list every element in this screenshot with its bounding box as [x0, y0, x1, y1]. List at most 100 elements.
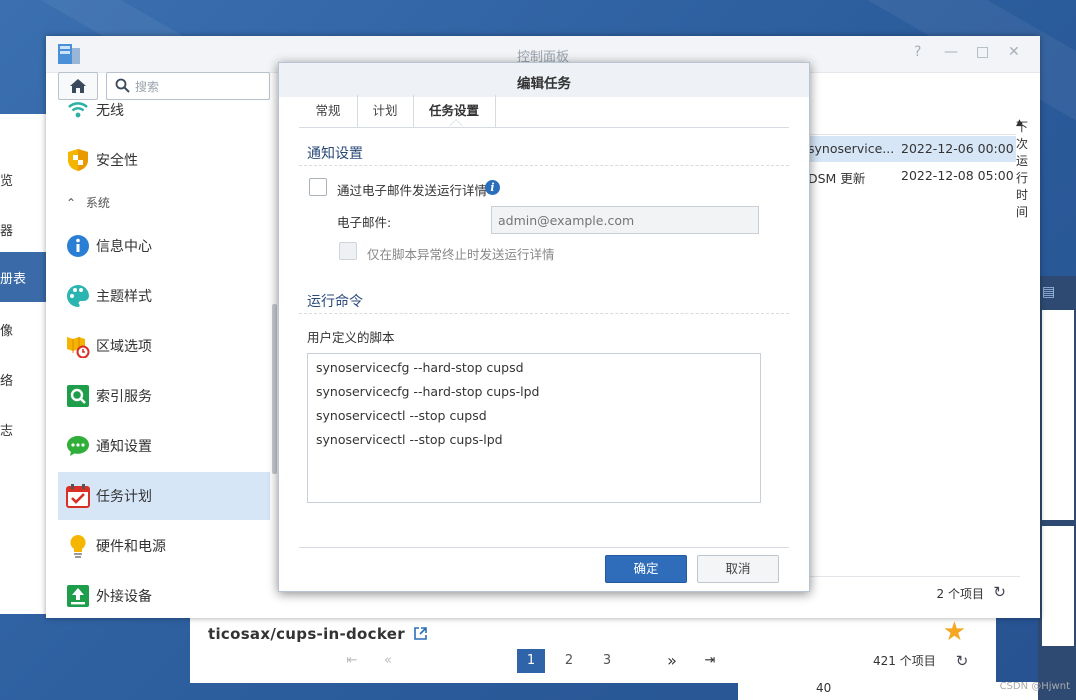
- sidebar-item-label: 无线: [96, 103, 124, 119]
- chat-bubble-icon: [67, 436, 89, 456]
- sidebar-item-label: 通知设置: [96, 439, 152, 455]
- palette-icon: [67, 285, 89, 307]
- background-window-left: 览 器 册表 像 络 志: [0, 114, 48, 614]
- cancel-button[interactable]: 取消: [697, 555, 779, 583]
- next-page-icon[interactable]: »: [662, 649, 682, 673]
- bg-left-item[interactable]: 络: [0, 370, 13, 389]
- dialog-footer-divider: [299, 547, 789, 548]
- sidebar-item-label: 主题样式: [96, 289, 152, 305]
- email-field[interactable]: [491, 206, 759, 234]
- user-script-textarea[interactable]: synoservicecfg --hard-stop cupsd synoser…: [307, 353, 761, 503]
- section-divider: [299, 165, 789, 166]
- last-page-icon[interactable]: ⇥: [700, 649, 720, 673]
- section-divider: [299, 313, 789, 314]
- ok-button[interactable]: 确定: [605, 555, 687, 583]
- sidebar-item-info-center[interactable]: 信息中心: [58, 222, 270, 270]
- sidebar-item-region[interactable]: 区域选项: [58, 322, 270, 370]
- email-field-label: 电子邮件:: [337, 215, 392, 230]
- sidebar-item-task-scheduler[interactable]: 任务计划: [58, 472, 270, 520]
- sidebar-item-label: 信息中心: [96, 239, 152, 255]
- sidebar-item-hardware-power[interactable]: 硬件和电源: [58, 522, 270, 570]
- first-page-icon[interactable]: ⇤: [342, 649, 362, 673]
- email-details-label: 通过电子邮件发送运行详情: [337, 183, 488, 198]
- tab-schedule[interactable]: 计划: [357, 95, 414, 127]
- script-line: synoservicectl --stop cupsd: [316, 408, 487, 423]
- refresh-icon[interactable]: ↻: [952, 649, 972, 673]
- dialog-title-bar[interactable]: 编辑任务: [279, 63, 809, 97]
- column-header-label: 下次运行时间: [1016, 120, 1029, 219]
- active-tab-indicator: [449, 119, 463, 126]
- sidebar-item-wireless[interactable]: 无线: [58, 86, 270, 134]
- sidebar-item-label: 区域选项: [96, 339, 152, 355]
- sidebar-item-index[interactable]: 索引服务: [58, 372, 270, 420]
- bg-left-selected-item[interactable]: 册表: [0, 252, 46, 302]
- upload-icon: [67, 585, 89, 607]
- minimize-icon[interactable]: —: [944, 44, 958, 60]
- chevron-up-icon: ⌃: [66, 196, 77, 210]
- section-title-notification: 通知设置: [307, 146, 363, 162]
- pagination: ⇤ « 1 2 3 » ⇥ 421 个项目 ↻: [340, 649, 990, 673]
- dialog-title: 编辑任务: [517, 76, 571, 92]
- sidebar-item-label: 任务计划: [96, 489, 152, 505]
- star-icon[interactable]: ★: [943, 617, 966, 647]
- bg-right-panel: [1042, 526, 1074, 646]
- refresh-icon[interactable]: ↻: [993, 583, 1006, 601]
- page-button[interactable]: 2: [555, 649, 583, 673]
- sidebar-item-notification[interactable]: 通知设置: [58, 422, 270, 470]
- sidebar-scrollbar[interactable]: [272, 304, 277, 474]
- background-window-bottom: 40: [738, 681, 1038, 700]
- list-view-icon[interactable]: ▤: [1042, 284, 1055, 300]
- bg-left-item[interactable]: 览: [0, 170, 13, 189]
- section-label: 系统: [85, 196, 110, 210]
- maximize-icon[interactable]: □: [976, 44, 989, 60]
- prev-page-icon[interactable]: «: [378, 649, 398, 673]
- bg-number: 40: [816, 681, 832, 695]
- sort-up-icon: ▲: [1016, 118, 1023, 128]
- bg-left-item[interactable]: 像: [0, 320, 13, 339]
- info-center-icon: [67, 235, 89, 257]
- wifi-icon: [68, 102, 88, 118]
- shield-icon: [68, 149, 88, 171]
- tab-general[interactable]: 常规: [299, 95, 358, 127]
- sidebar-item-label: 索引服务: [96, 389, 152, 405]
- calendar-check-icon: [66, 484, 90, 508]
- docker-window: ticosax/cups-in-docker ★ ⇤ « 1 2 3 » ⇥ 4…: [190, 612, 996, 683]
- script-line: synoservicectl --stop cups-lpd: [316, 432, 503, 447]
- email-details-checkbox[interactable]: [309, 178, 327, 196]
- external-link-icon[interactable]: [414, 627, 427, 643]
- task-next-run: 2022-12-06 00:00: [901, 141, 1014, 156]
- help-icon[interactable]: ?: [914, 44, 921, 60]
- background-window-right: ▤: [1038, 276, 1076, 700]
- page-button[interactable]: 1: [517, 649, 545, 673]
- abnormal-only-checkbox[interactable]: [339, 242, 357, 260]
- table-header: 下次运行时间 ▲: [808, 108, 1028, 219]
- bg-left-item[interactable]: 志: [0, 420, 13, 439]
- bg-left-item[interactable]: 器: [0, 220, 13, 239]
- sidebar-item-label: 硬件和电源: [96, 539, 166, 555]
- task-next-run: 2022-12-08 05:00: [901, 168, 1014, 183]
- table-row[interactable]: synoservice... 2022-12-06 00:00: [808, 136, 1016, 162]
- sidebar-section-system[interactable]: ⌃ 系统: [66, 194, 110, 211]
- docker-image-title[interactable]: ticosax/cups-in-docker: [208, 625, 405, 643]
- script-line: synoservicecfg --hard-stop cups-lpd: [316, 384, 540, 399]
- bg-right-panel: [1042, 310, 1074, 520]
- script-label: 用户定义的脚本: [307, 330, 395, 345]
- sidebar-item-theme[interactable]: 主题样式: [58, 272, 270, 320]
- watermark: CSDN @Hjwnt: [999, 681, 1070, 692]
- sidebar-item-security[interactable]: 安全性: [58, 136, 270, 184]
- close-icon[interactable]: ✕: [1008, 44, 1020, 60]
- edit-task-dialog: 编辑任务 常规 计划 任务设置 通知设置 通过电子邮件发送运行详情 i 电子邮件…: [278, 62, 810, 592]
- item-count: 2 个项目: [936, 587, 984, 601]
- tab-bar: 常规 计划 任务设置: [299, 95, 789, 128]
- sidebar: 无线 安全性 ⌃ 系统 信息中心 主题样式 区域选项 索引服务 通知设置 任务计…: [58, 98, 270, 618]
- region-map-icon: [67, 337, 90, 358]
- page-button[interactable]: 3: [593, 649, 621, 673]
- info-icon[interactable]: i: [485, 180, 500, 195]
- section-title-run-command: 运行命令: [307, 294, 363, 310]
- sidebar-item-label: 安全性: [96, 153, 138, 169]
- abnormal-only-label: 仅在脚本异常终止时发送运行详情: [367, 247, 555, 262]
- table-row[interactable]: DSM 更新 2022-12-08 05:00: [808, 163, 1016, 189]
- task-name: synoservice...: [808, 141, 895, 156]
- lightbulb-icon: [70, 534, 86, 558]
- sidebar-item-external-devices[interactable]: 外接设备: [58, 572, 270, 620]
